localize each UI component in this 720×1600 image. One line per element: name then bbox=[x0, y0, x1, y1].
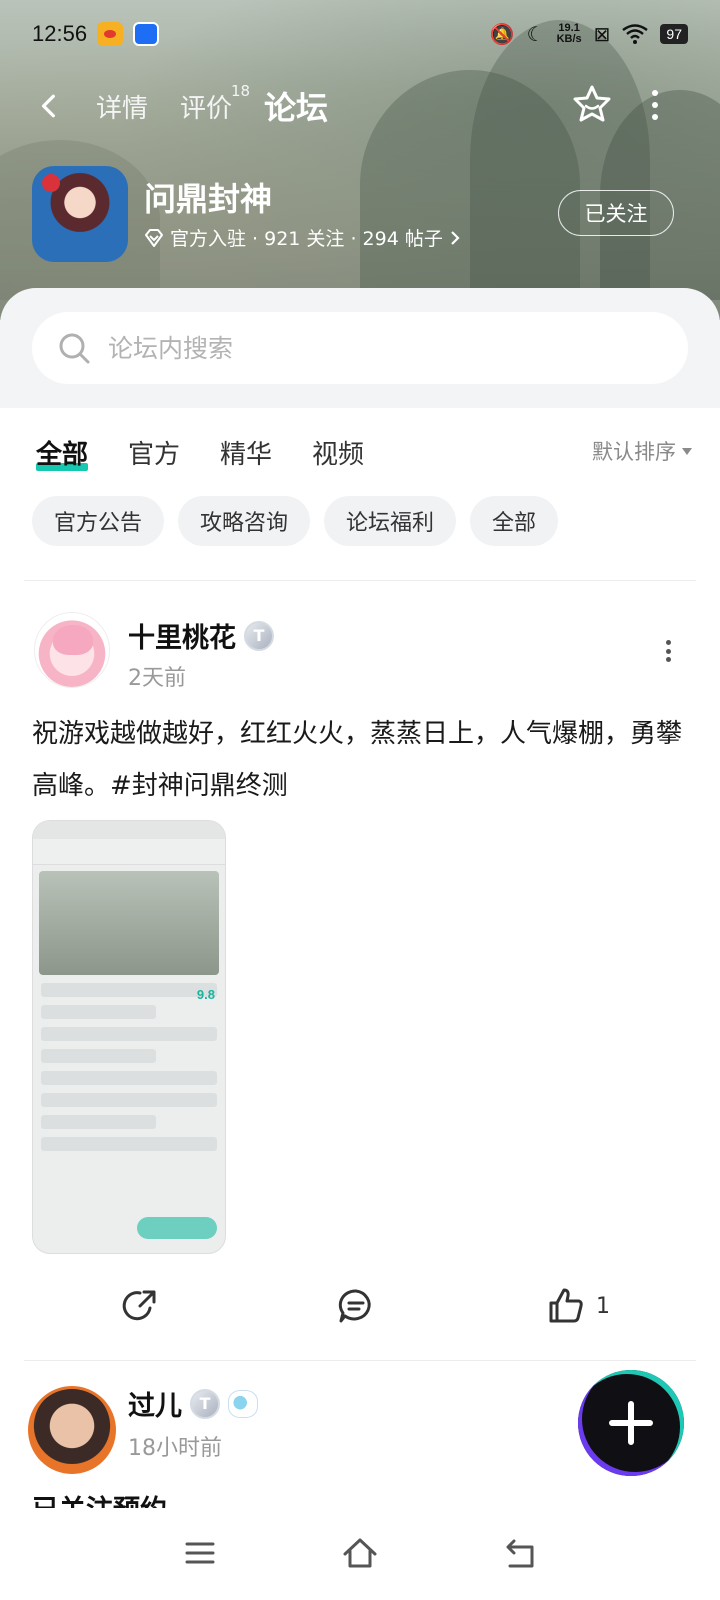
tab-official[interactable]: 官方 bbox=[128, 434, 180, 471]
game-stats: 官方入驻 · 921 关注 · 294 帖子 bbox=[170, 228, 443, 250]
post-author[interactable]: 过儿 T bbox=[128, 1384, 258, 1423]
game-icon[interactable] bbox=[32, 166, 128, 262]
comment-icon bbox=[338, 1289, 371, 1323]
back-button[interactable] bbox=[36, 92, 64, 120]
post-more-icon[interactable] bbox=[664, 640, 672, 662]
level-badge-icon: T bbox=[244, 620, 274, 651]
moon-icon: ☾ bbox=[526, 23, 545, 46]
menu-icon bbox=[185, 1542, 215, 1564]
sim-off-icon: ⊠ bbox=[593, 23, 611, 46]
mute-icon: 🔕 bbox=[489, 23, 515, 46]
post-author-name: 十里桃花 bbox=[128, 623, 236, 654]
home-button[interactable] bbox=[335, 1530, 385, 1576]
chip-announcements[interactable]: 官方公告 bbox=[32, 496, 165, 546]
chip-guides[interactable]: 攻略咨询 bbox=[178, 496, 311, 546]
like-button[interactable]: 1 bbox=[546, 1276, 610, 1336]
post-body[interactable]: 祝游戏越做越好，红红火火，蒸蒸日上，人气爆棚，勇攀高峰。#封神问鼎终测 bbox=[32, 708, 688, 812]
back-nav-button[interactable] bbox=[495, 1530, 545, 1576]
post-time: 18小时前 bbox=[128, 1436, 222, 1461]
home-icon bbox=[343, 1538, 377, 1568]
network-speed-unit: KB/s bbox=[556, 33, 582, 45]
status-time: 12:56 bbox=[32, 21, 88, 46]
plus-icon bbox=[609, 1401, 653, 1445]
menu-button[interactable] bbox=[175, 1530, 225, 1576]
star-icon[interactable] bbox=[570, 82, 614, 126]
network-speed: 19.1 KB/s bbox=[557, 23, 582, 45]
tab-featured[interactable]: 精华 bbox=[220, 434, 272, 471]
search-input[interactable] bbox=[108, 333, 668, 363]
more-vertical-icon[interactable] bbox=[645, 90, 665, 120]
back-icon bbox=[506, 1539, 534, 1568]
sort-label: 默认排序 bbox=[592, 440, 676, 464]
post-actions: 1 bbox=[0, 1276, 720, 1336]
chevron-left-icon bbox=[41, 94, 55, 118]
post-time: 2天前 bbox=[128, 666, 186, 691]
level-badge-icon: T bbox=[190, 1388, 220, 1419]
game-info: 问鼎封神 官方入驻 · 921 关注 · 294 帖子 已关注 bbox=[32, 166, 692, 266]
caret-down-icon bbox=[682, 447, 692, 455]
follow-button[interactable]: 已关注 bbox=[558, 190, 674, 236]
like-count: 1 bbox=[596, 1293, 610, 1319]
diamond-icon bbox=[145, 228, 163, 247]
chevron-right-icon bbox=[451, 230, 460, 245]
post-image[interactable]: 9.8 bbox=[32, 820, 226, 1254]
post-author[interactable]: 十里桃花 T bbox=[128, 616, 274, 655]
tab-reviews-label: 评价 bbox=[180, 93, 233, 124]
post-author-name: 过儿 bbox=[128, 1391, 182, 1422]
wifi-icon bbox=[622, 24, 649, 44]
avatar[interactable] bbox=[34, 612, 110, 688]
game-title: 问鼎封神 bbox=[144, 180, 273, 218]
tab-video[interactable]: 视频 bbox=[312, 434, 364, 471]
weibo-notification-icon bbox=[97, 22, 124, 46]
image-score: 9.8 bbox=[196, 987, 215, 1002]
system-navigation-bar bbox=[0, 1508, 720, 1600]
battery-indicator: 97 bbox=[660, 24, 688, 44]
tab-details[interactable]: 详情 bbox=[96, 88, 148, 125]
tab-reviews[interactable]: 评价 18 bbox=[180, 82, 250, 125]
sort-dropdown[interactable]: 默认排序 bbox=[592, 436, 692, 466]
comment-button[interactable] bbox=[336, 1276, 376, 1336]
review-count-badge: 18 bbox=[230, 81, 251, 100]
chip-welfare[interactable]: 论坛福利 bbox=[324, 496, 457, 546]
tab-forum[interactable]: 论坛 bbox=[262, 83, 331, 129]
share-icon bbox=[122, 1290, 156, 1321]
forum-tabs: 全部 官方 精华 视频 bbox=[36, 428, 404, 476]
pet-badge-icon bbox=[228, 1389, 258, 1418]
game-meta-link[interactable]: 官方入驻 · 921 关注 · 294 帖子 bbox=[144, 224, 461, 251]
chip-all[interactable]: 全部 bbox=[470, 496, 559, 546]
category-chips: 官方公告 攻略咨询 论坛福利 全部 bbox=[32, 496, 559, 546]
share-button[interactable] bbox=[120, 1276, 160, 1336]
divider bbox=[24, 580, 696, 581]
search-bar[interactable] bbox=[32, 312, 688, 384]
create-post-button[interactable] bbox=[578, 1370, 684, 1476]
avatar[interactable] bbox=[28, 1386, 116, 1474]
search-icon bbox=[59, 333, 90, 364]
thumbs-up-icon bbox=[549, 1288, 583, 1323]
tab-all[interactable]: 全部 bbox=[36, 434, 89, 471]
divider bbox=[24, 1360, 696, 1361]
app-notification-icon bbox=[133, 22, 160, 46]
search-panel bbox=[0, 288, 720, 408]
status-bar: 12:56 🔕 ☾ 19.1 KB/s ⊠ 97 bbox=[0, 0, 720, 68]
